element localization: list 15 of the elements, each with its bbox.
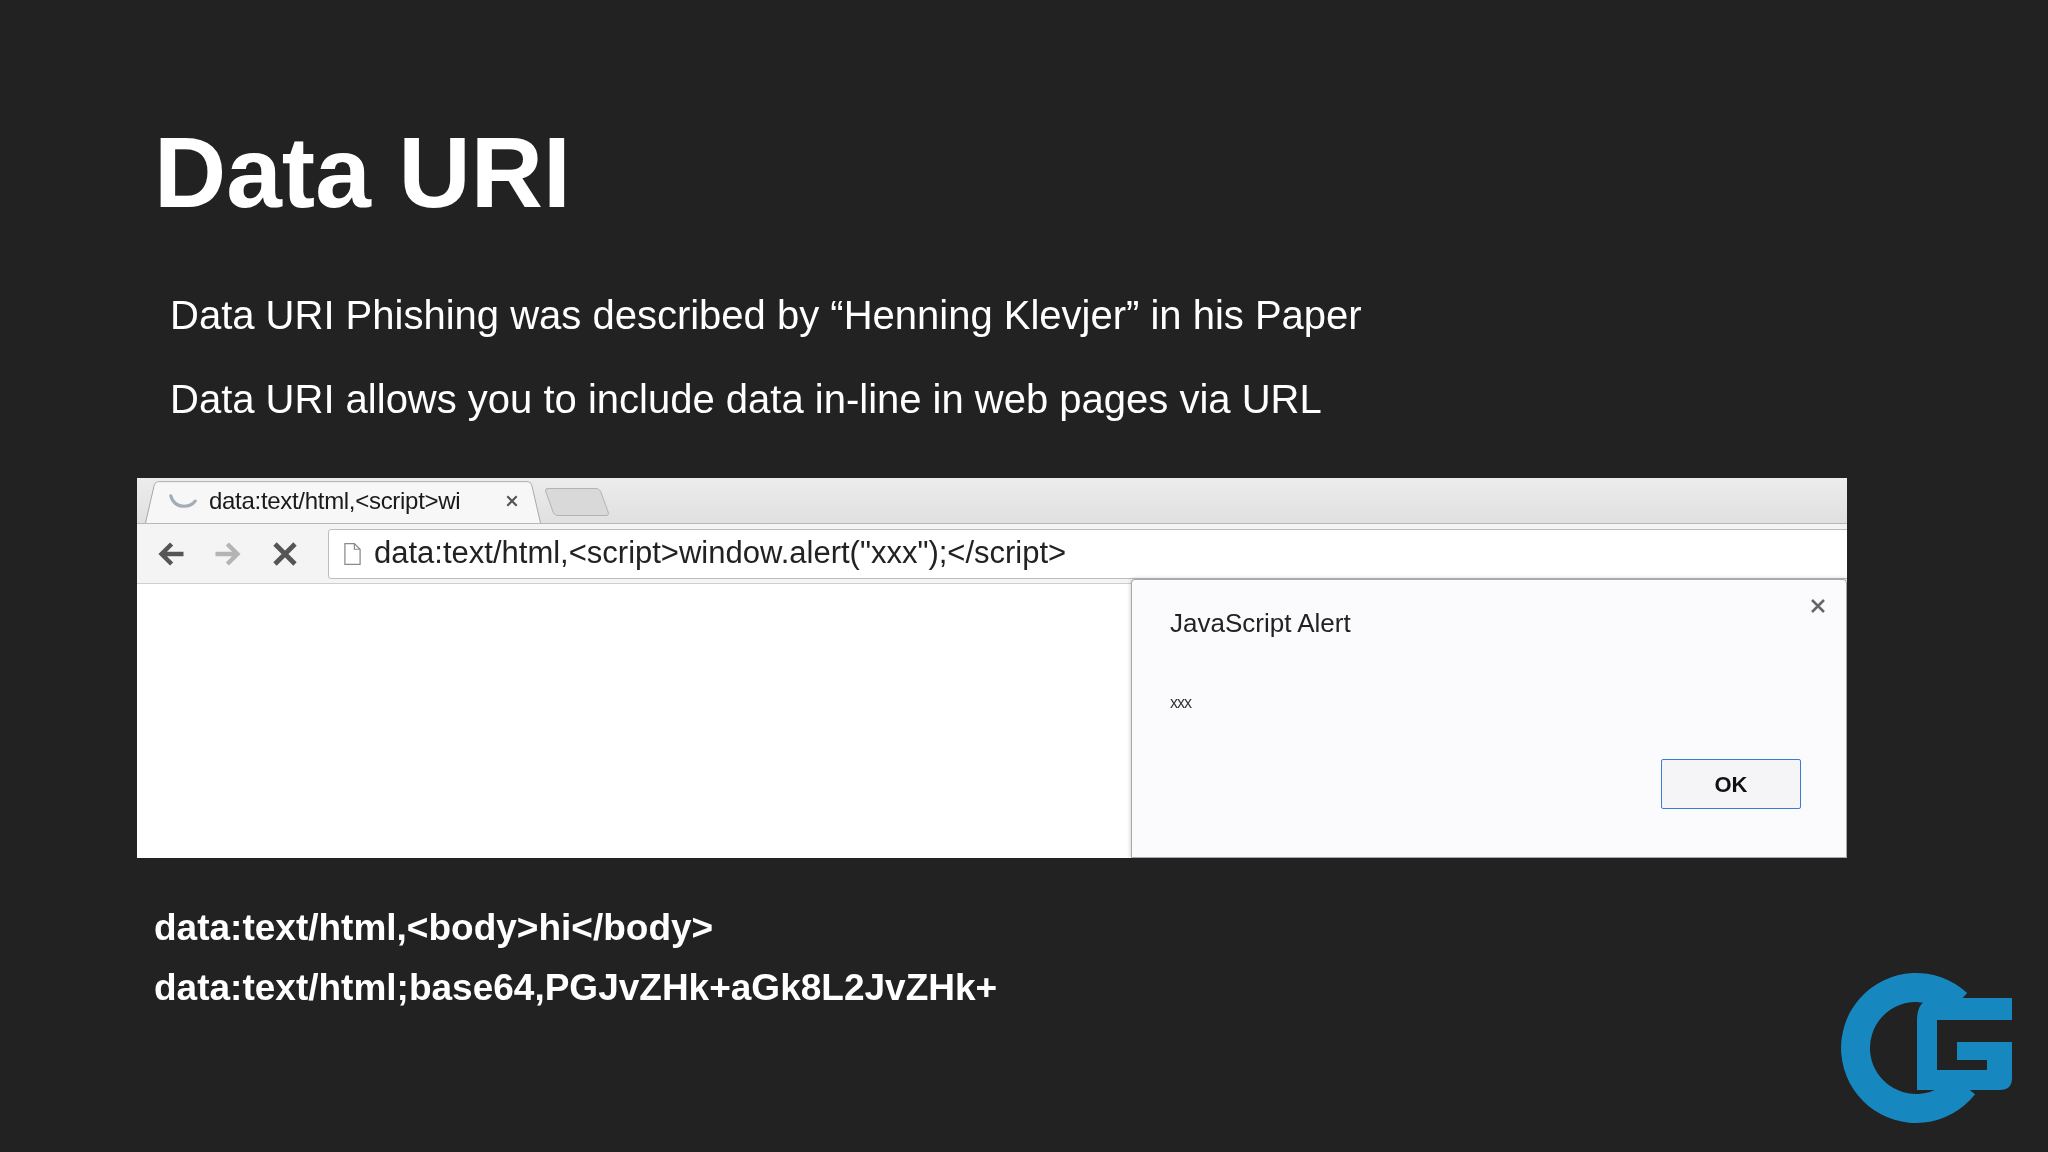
bullet-text: Data URI allows you to include data in-line in web pages via URL [170,376,1322,423]
code-example: data:text/html,<body>hi</body> [154,906,714,950]
code-example: data:text/html;base64,PGJvZHk+aGk8L2JvZHk+ [154,966,998,1010]
page-icon [343,541,362,566]
bullet-text: Data URI Phishing was described by “Henning Klevjer” in his Paper [170,292,1362,339]
dialog-title: JavaScript Alert [1170,608,1351,638]
tab-title: data:text/html,<script>wi [209,486,462,516]
slide-title: Data URI [154,120,571,224]
ok-button[interactable]: OK [1661,759,1801,809]
spinner-icon [169,494,197,508]
close-icon[interactable] [505,494,519,508]
dialog-message: xxx [1170,693,1191,713]
close-icon[interactable] [1809,597,1827,615]
address-field[interactable]: data:text/html,<script>window.alert("xxx");</script> [328,528,1847,579]
browser-tab[interactable]: data:text/html,<script>wi [145,479,541,523]
